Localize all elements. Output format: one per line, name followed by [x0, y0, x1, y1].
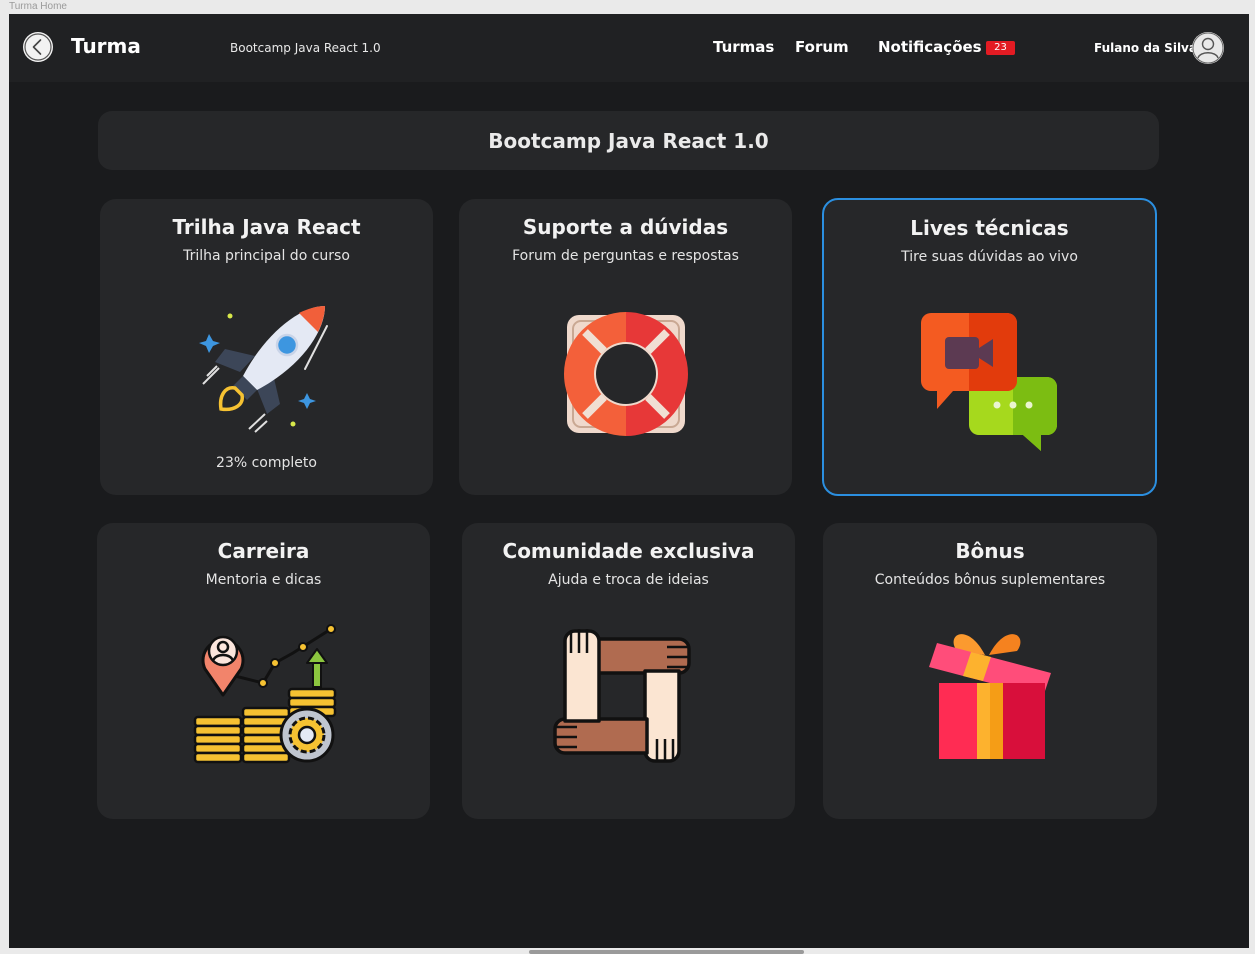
horizontal-scrollbar[interactable]	[529, 950, 804, 954]
course-banner: Bootcamp Java React 1.0	[98, 111, 1159, 170]
gift-icon	[929, 634, 1051, 759]
card-subtitle: Trilha principal do curso	[183, 248, 350, 264]
card-title: Comunidade exclusiva	[502, 539, 755, 563]
card-subtitle: Mentoria e dicas	[205, 572, 322, 588]
rocket-icon	[199, 306, 328, 433]
app-screen: Turma Bootcamp Java React 1.0 Turmas For…	[9, 14, 1249, 948]
card-subtitle: Forum de perguntas e respostas	[512, 248, 739, 264]
teamwork-hands-icon	[553, 629, 691, 763]
card-subtitle: Ajuda e troca de ideias	[548, 572, 709, 588]
video-chat-icon	[921, 313, 1057, 451]
nav-turmas[interactable]: Turmas	[713, 38, 774, 56]
card-comunidade[interactable]: Comunidade exclusiva Ajuda e troca de id…	[462, 523, 795, 819]
window-title: Turma Home	[9, 1, 67, 12]
progress-text: 23% completo	[216, 455, 317, 471]
avatar[interactable]	[1192, 32, 1224, 64]
card-title: Carreira	[217, 539, 310, 563]
lifebuoy-icon	[564, 312, 688, 436]
user-name[interactable]: Fulano da Silva	[1094, 41, 1197, 55]
top-bar: Turma Bootcamp Java React 1.0 Turmas For…	[9, 14, 1249, 82]
chevron-left-icon	[24, 33, 52, 61]
card-title: Trilha Java React	[172, 215, 361, 239]
career-growth-icon	[193, 624, 337, 764]
card-title: Bônus	[955, 539, 1025, 563]
card-lives[interactable]: Lives técnicas Tire suas dúvidas ao vivo	[822, 198, 1157, 496]
banner-title: Bootcamp Java React 1.0	[488, 128, 769, 153]
back-button[interactable]	[23, 32, 53, 62]
nav-notificacoes[interactable]: Notificações	[878, 38, 982, 56]
card-trilha[interactable]: Trilha Java React Trilha principal do cu…	[100, 199, 433, 495]
card-subtitle: Conteúdos bônus suplementares	[874, 572, 1106, 588]
card-suporte[interactable]: Suporte a dúvidas Forum de perguntas e r…	[459, 199, 792, 495]
card-title: Suporte a dúvidas	[522, 215, 729, 239]
notification-badge: 23	[986, 41, 1015, 55]
card-carreira[interactable]: Carreira Mentoria e dicas	[97, 523, 430, 819]
card-subtitle: Tire suas dúvidas ao vivo	[901, 249, 1078, 265]
card-bonus[interactable]: Bônus Conteúdos bônus suplementares	[823, 523, 1157, 819]
course-name: Bootcamp Java React 1.0	[230, 41, 381, 55]
nav-forum[interactable]: Forum	[795, 38, 849, 56]
page-title: Turma	[71, 34, 141, 58]
card-title: Lives técnicas	[910, 216, 1069, 240]
user-icon	[1192, 32, 1224, 64]
